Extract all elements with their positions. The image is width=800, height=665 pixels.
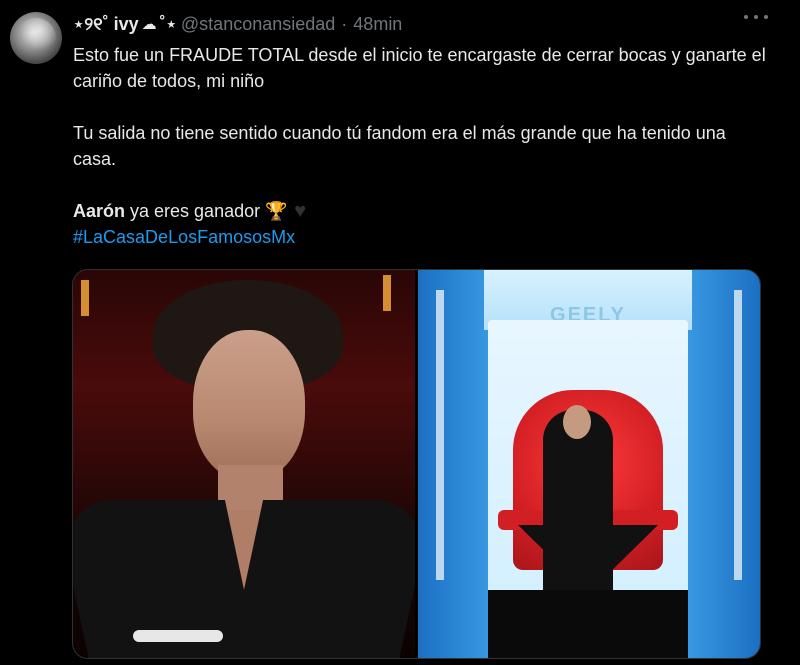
- tweet-header: ⋆୨୧˚ ivy ☁ ˚⋆ @stanconansiedad · 48min: [73, 12, 800, 36]
- avatar[interactable]: [10, 12, 62, 64]
- cloud-icon: ☁: [141, 16, 157, 33]
- tweet-line-3-text: ya eres ganador: [125, 201, 266, 221]
- display-name[interactable]: ⋆୨୧˚ ivy: [73, 14, 139, 35]
- display-name-suffix: ˚⋆: [159, 13, 177, 34]
- tweet-line-3: Aarón ya eres ganador 🏆 ♥: [73, 198, 773, 224]
- side-light: [436, 290, 444, 580]
- mention-name: Aarón: [73, 201, 126, 221]
- seated-person-head: [563, 405, 591, 439]
- media-photo-left[interactable]: [73, 270, 415, 658]
- tweet-paragraph-2: Tu salida no tiene sentido cuando tú fan…: [73, 123, 726, 169]
- hashtag-link[interactable]: #LaCasaDeLosFamososMx: [73, 227, 295, 247]
- stage-light: [383, 275, 391, 311]
- timestamp[interactable]: 48min: [353, 14, 402, 35]
- tweet-media[interactable]: GEELY: [72, 269, 761, 659]
- side-light: [734, 290, 742, 580]
- heart-icon: ♥: [294, 200, 307, 222]
- tweet-text: Esto fue un FRAUDE TOTAL desde el inicio…: [73, 42, 773, 250]
- separator-dot: ·: [341, 13, 348, 34]
- media-photo-right[interactable]: GEELY: [418, 270, 760, 658]
- tv-logo: [133, 630, 223, 642]
- avatar-image: [16, 18, 56, 58]
- person-face: [193, 330, 305, 480]
- more-options-icon[interactable]: [744, 10, 768, 24]
- tweet-paragraph-1: Esto fue un FRAUDE TOTAL desde el inicio…: [73, 45, 766, 91]
- user-handle[interactable]: @stanconansiedad: [181, 14, 335, 35]
- stage-light: [81, 280, 89, 316]
- trophy-icon: 🏆: [265, 201, 288, 221]
- booth-floor: [488, 590, 688, 658]
